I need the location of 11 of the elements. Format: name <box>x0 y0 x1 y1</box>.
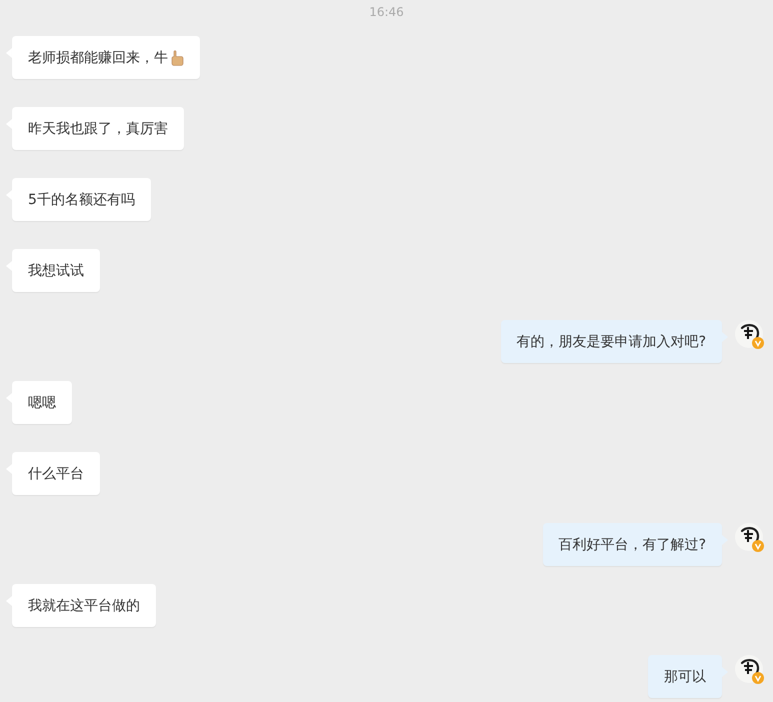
timestamp: 16:46 <box>368 4 405 20</box>
message-text: 5千的名额还有吗 <box>28 190 135 208</box>
message-text: 有的，朋友是要申请加入对吧? <box>516 332 706 350</box>
message-text: 百利好平台，有了解过? <box>558 536 706 554</box>
message-text: 我想试试 <box>28 262 84 280</box>
message-text: 嗯嗯 <box>28 394 56 412</box>
message-text: 老师损都能赚回来，牛 <box>28 48 168 66</box>
message-text: 那可以 <box>664 668 706 686</box>
message-text: 什么平台 <box>28 464 84 482</box>
message-text: 昨天我也跟了，真厉害 <box>28 120 168 138</box>
message-text: 我就在这平台做的 <box>28 596 140 614</box>
